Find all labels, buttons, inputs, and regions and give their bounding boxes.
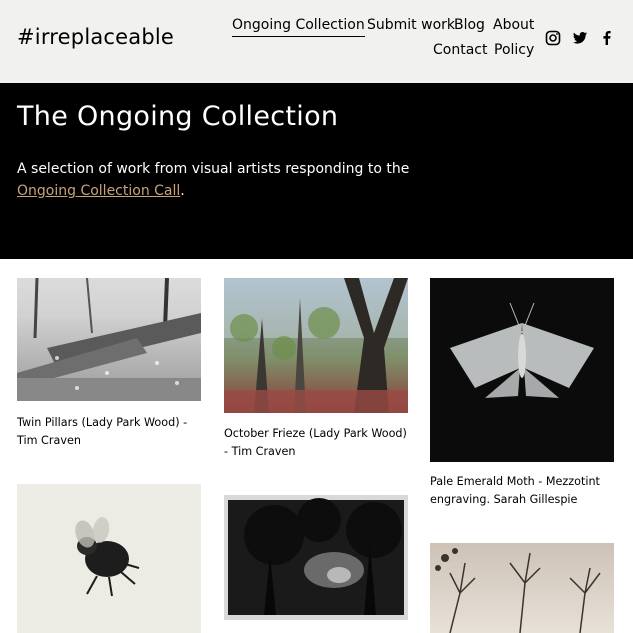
artwork-image-dark-forest[interactable] [224, 495, 408, 620]
facebook-icon[interactable] [599, 30, 615, 46]
artwork-image-pale-emerald-moth[interactable] [430, 278, 614, 462]
twitter-icon[interactable] [572, 30, 588, 46]
hero-intro-suffix: . [180, 183, 185, 199]
site-logo[interactable]: #irreplaceable [17, 25, 174, 49]
nav-submit-work[interactable]: Submit work [367, 17, 455, 33]
page-title: The Ongoing Collection [17, 101, 339, 132]
artwork-caption: October Frieze (Lady Park Wood) - Tim Cr… [224, 427, 407, 458]
nav-policy[interactable]: Policy [494, 42, 534, 58]
nav-blog[interactable]: Blog [454, 17, 485, 33]
nav-ongoing-collection[interactable]: Ongoing Collection [232, 17, 365, 37]
artwork-image-october-frieze[interactable] [224, 278, 408, 413]
instagram-icon[interactable] [545, 30, 561, 46]
ongoing-collection-call-link[interactable]: Ongoing Collection Call [17, 183, 180, 199]
hero-intro-text: A selection of work from visual artists … [17, 161, 410, 177]
artwork-image-twin-pillars[interactable] [17, 278, 201, 401]
nav-about[interactable]: About [493, 17, 534, 33]
site-header: #irreplaceable Ongoing Collection Submit… [0, 0, 633, 83]
hero-intro: A selection of work from visual artists … [17, 158, 447, 202]
nav-contact[interactable]: Contact [433, 42, 487, 58]
hero-section: The Ongoing Collection A selection of wo… [0, 83, 633, 259]
artwork-caption: Twin Pillars (Lady Park Wood) - Tim Crav… [17, 416, 188, 447]
artwork-image-bee[interactable] [17, 484, 201, 633]
artwork-image-bare-trees[interactable] [430, 543, 614, 633]
artwork-caption: Pale Emerald Moth - Mezzotint engraving.… [430, 475, 600, 506]
